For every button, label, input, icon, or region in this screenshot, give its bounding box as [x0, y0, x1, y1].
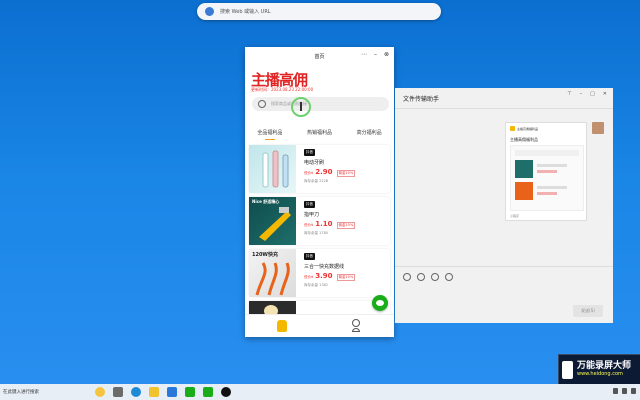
taskbar: 在此键入进行搜索	[0, 384, 640, 400]
close-icon[interactable]: ✕	[603, 91, 607, 97]
miniprogram-share-card[interactable]: 主播高佣福利品 主播高佣福利品 小程序	[505, 122, 587, 221]
tab-hot[interactable]: 热销福利品	[307, 129, 332, 140]
recorder-logo-icon	[562, 361, 573, 379]
platform-badge: 抖音	[304, 149, 315, 156]
commission-badge: 佣金10%	[336, 274, 356, 281]
product-name: 指甲刀	[304, 212, 320, 218]
product-price: 3.90	[315, 272, 333, 280]
card-preview	[510, 145, 584, 211]
update-time: 更新时间：2023.08.23 22:00:00	[251, 87, 314, 92]
tab-high-score[interactable]: 高分福利品	[357, 129, 382, 140]
product-price: 1.10	[315, 220, 333, 228]
watermark-title: 万能录屏大师	[577, 361, 632, 371]
profile-icon[interactable]	[352, 319, 360, 332]
pin-icon[interactable]: ⊤	[567, 91, 571, 97]
wechat-devtools-icon[interactable]	[203, 387, 213, 397]
notification-icon[interactable]	[631, 388, 636, 394]
maximize-icon[interactable]: □	[590, 91, 595, 97]
text-cursor-icon	[300, 102, 302, 111]
card-header: 主播高佣福利品	[517, 126, 539, 131]
app-icon	[510, 126, 515, 131]
category-tabs: 全品福利品 热销福利品 高分福利品	[245, 129, 394, 140]
chat-title: 文件传输助手	[403, 96, 440, 103]
stock-count: 库存余量 2228	[304, 179, 329, 183]
price-label: 低价¥	[304, 223, 314, 227]
more-icon[interactable]: ⋯	[361, 52, 367, 58]
browser-search-placeholder: 搜索 Web 或输入 URL	[220, 9, 271, 15]
home-icon[interactable]	[277, 320, 287, 332]
scissors-icon[interactable]	[431, 273, 439, 281]
product-price: 2.90	[315, 168, 333, 176]
platform-badge: 抖音	[304, 253, 315, 260]
card-title: 主播高佣福利品	[510, 137, 538, 142]
edge-icon[interactable]	[131, 387, 141, 397]
product-image: Nice 舒适精心	[249, 197, 296, 245]
search-icon	[258, 100, 266, 108]
product-card[interactable]: 抖音 电动牙刷 低价¥ 2.90 佣金10% 库存余量 2228	[249, 145, 390, 193]
wechat-share-icon[interactable]	[372, 295, 388, 311]
divider	[395, 108, 613, 109]
chat-window: 文件传输助手 ⊤ – □ ✕ 主播高佣福利品 主播高佣福利品 小程序 发送(S)	[395, 88, 613, 323]
chat-history-icon[interactable]	[445, 273, 453, 281]
bottom-nav	[245, 314, 394, 337]
miniprogram-window: 首页 ⋯ – ⊗ 主播高佣 更新时间：2023.08.23 22:00:00 搜…	[245, 47, 394, 337]
minimize-icon[interactable]: –	[580, 91, 583, 97]
network-icon[interactable]	[613, 388, 618, 394]
product-card[interactable]: Nice 舒适精心 抖音 指甲刀 低价¥ 1.10 佣金15% 库存余量 178…	[249, 197, 390, 245]
commission-badge: 佣金10%	[336, 170, 356, 177]
product-card[interactable]: 120W快充 抖音 三合一快充数据线 低价¥ 3.90 佣金10% 库存余量 1…	[249, 249, 390, 297]
stock-count: 库存余量 1780	[304, 231, 329, 235]
platform-badge: 抖音	[304, 201, 315, 208]
watermark-url: www.heidong.com	[577, 371, 623, 377]
wechat-icon[interactable]	[185, 387, 195, 397]
folder-icon[interactable]	[417, 273, 425, 281]
send-button[interactable]: 发送(S)	[573, 305, 603, 317]
browser-search-bar[interactable]: 搜索 Web 或输入 URL	[197, 3, 441, 20]
window-title: 首页	[314, 53, 325, 60]
store-icon[interactable]	[167, 387, 177, 397]
product-image	[249, 145, 296, 193]
taskbar-search[interactable]: 在此键入进行搜索	[3, 389, 39, 395]
chat-toolbar	[403, 273, 453, 281]
stock-count: 库存余量 1382	[304, 283, 329, 287]
miniprogram-titlebar: 首页 ⋯ – ⊗	[245, 47, 394, 65]
file-explorer-icon[interactable]	[149, 387, 159, 397]
tab-all[interactable]: 全品福利品	[257, 129, 282, 140]
system-tray	[613, 388, 636, 394]
product-name: 电动牙刷	[304, 160, 325, 166]
browser-logo-icon	[205, 7, 214, 16]
recorder-icon[interactable]	[221, 387, 231, 397]
avatar[interactable]	[592, 122, 604, 134]
card-footer: 小程序	[510, 214, 520, 218]
task-view-icon[interactable]	[113, 387, 123, 397]
minimize-icon[interactable]: –	[374, 52, 377, 58]
recorder-watermark: 万能录屏大师 www.heidong.com	[558, 354, 640, 386]
divider	[395, 266, 613, 267]
price-label: 低价¥	[304, 275, 314, 279]
product-search-input[interactable]: 搜索商品或粘贴链接	[252, 97, 389, 111]
product-image: 120W快充	[249, 249, 296, 297]
emoji-icon[interactable]	[403, 273, 411, 281]
close-icon[interactable]: ⊗	[384, 52, 389, 58]
volume-icon[interactable]	[622, 388, 627, 394]
commission-badge: 佣金15%	[336, 222, 356, 229]
cortana-icon[interactable]	[95, 387, 105, 397]
price-label: 低价¥	[304, 171, 314, 175]
product-name: 三合一快充数据线	[304, 264, 345, 270]
